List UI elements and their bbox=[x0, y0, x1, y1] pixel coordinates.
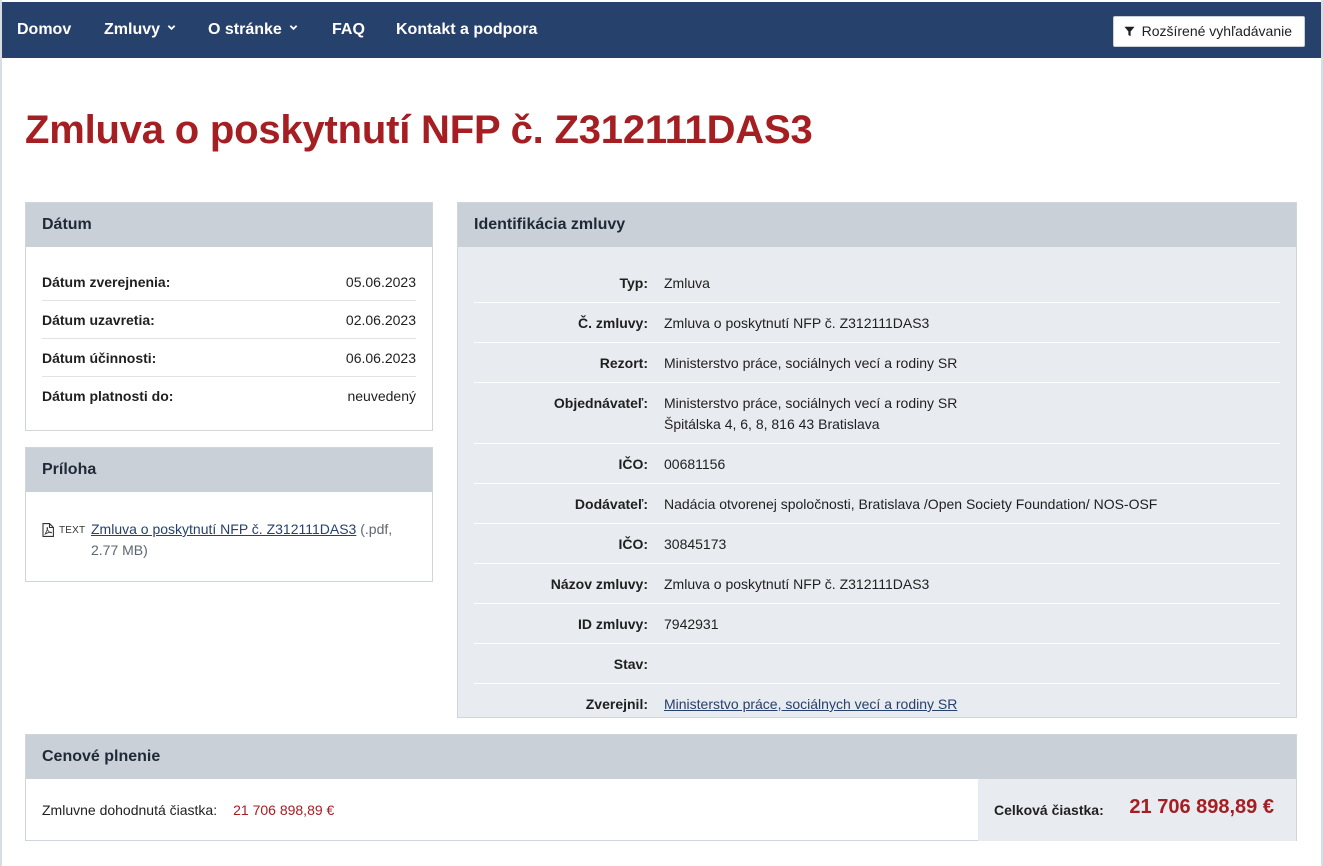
ident-value: 30845173 bbox=[664, 536, 727, 552]
ident-value-line: Ministerstvo práce, sociálnych vecí a ro… bbox=[664, 395, 958, 411]
panel-heading: Dátum bbox=[26, 203, 432, 247]
ident-value: Zmluva o poskytnutí NFP č. Z312111DAS3 bbox=[664, 315, 930, 331]
ident-value-address: Špitálska 4, 6, 8, 816 43 Bratislava bbox=[664, 416, 880, 432]
ident-value bbox=[664, 654, 1280, 675]
datum-row: Dátum účinnosti: 06.06.2023 bbox=[42, 339, 416, 377]
ident-row: Typ: Zmluva bbox=[474, 263, 1280, 303]
ident-value: 00681156 bbox=[664, 456, 726, 472]
nav-item-kontakt[interactable]: Kontakt a podpora bbox=[396, 2, 537, 58]
ident-label: IČO: bbox=[618, 456, 648, 472]
datum-label: Dátum uzavretia: bbox=[42, 311, 155, 328]
ident-list: Typ: Zmluva Č. zmluvy: Zmluva o poskytnutí… bbox=[458, 247, 1296, 723]
datum-row: Dátum uzavretia: 02.06.2023 bbox=[42, 301, 416, 339]
ident-row: Dodávateľ: Nadácia otvorenej spoločnosti,… bbox=[474, 484, 1280, 524]
cenove-plnenie-panel: Cenové plnenie Zmluvne dohodnutá čiastka… bbox=[25, 734, 1297, 841]
attachment-item: TEXT Zmluva o poskytnutí NFP č. Z312111D… bbox=[42, 519, 418, 561]
ident-value: Zmluva bbox=[664, 275, 710, 291]
filter-icon bbox=[1124, 26, 1135, 37]
ident-value: Nadácia otvorenej spoločnosti, Bratislav… bbox=[664, 496, 1158, 512]
panel-heading: Príloha bbox=[26, 448, 432, 492]
agreed-amount-label: Zmluvne dohodnutá čiastka: bbox=[42, 802, 218, 818]
nav-item-domov[interactable]: Domov bbox=[17, 2, 71, 58]
datum-list: Dátum zverejnenia: 05.06.2023 Dátum uzavr… bbox=[26, 247, 432, 415]
datum-label: Dátum zverejnenia: bbox=[42, 273, 171, 290]
panel-heading: Cenové plnenie bbox=[26, 735, 1296, 779]
attachment-link[interactable]: Zmluva o poskytnutí NFP č. Z312111DAS3 bbox=[91, 521, 356, 537]
ident-row: ID zmluvy: 7942931 bbox=[474, 604, 1280, 644]
attachment-text: Zmluva o poskytnutí NFP č. Z312111DAS3 (… bbox=[42, 519, 418, 561]
ident-label: Stav: bbox=[613, 656, 648, 672]
datum-label: Dátum účinnosti: bbox=[42, 349, 157, 366]
ident-row: Rezort: Ministerstvo práce, sociálnych ve… bbox=[474, 343, 1280, 383]
datum-row: Dátum platnosti do: neuvedený bbox=[42, 377, 416, 415]
ident-row: Názov zmluvy: Zmluva o poskytnutí NFP č. … bbox=[474, 564, 1280, 604]
ident-value: Ministerstvo práce, sociálnych vecí a ro… bbox=[664, 694, 1280, 715]
total-amount-label: Celková čiastka: bbox=[994, 802, 1104, 818]
ident-value: 7942931 bbox=[664, 616, 719, 632]
agreed-amount-line: Zmluvne dohodnutá čiastka: 21 706 898,89 … bbox=[42, 802, 334, 818]
ident-label: Dodávateľ: bbox=[574, 496, 648, 512]
panel-heading: Identifikácia zmluvy bbox=[458, 203, 1296, 247]
identifikacia-panel: Identifikácia zmluvy Typ: Zmluva Č. zmluv… bbox=[457, 202, 1297, 718]
datum-row: Dátum zverejnenia: 05.06.2023 bbox=[42, 263, 416, 301]
nav-item-o-stranke[interactable]: O stránke bbox=[208, 2, 298, 58]
datum-value: 05.06.2023 bbox=[345, 273, 416, 290]
ident-label: Názov zmluvy: bbox=[550, 576, 648, 592]
ident-row: IČO: 30845173 bbox=[474, 524, 1280, 564]
chevron-down-icon bbox=[289, 25, 298, 31]
ident-label: Objednávateľ: bbox=[553, 395, 648, 411]
publisher-link[interactable]: Ministerstvo práce, sociálnych vecí a ro… bbox=[664, 696, 957, 712]
agreed-amount-value: 21 706 898,89 € bbox=[233, 802, 335, 818]
ident-label: Typ: bbox=[619, 275, 648, 291]
ident-row: Č. zmluvy: Zmluva o poskytnutí NFP č. Z31… bbox=[474, 303, 1280, 343]
ident-row: IČO: 00681156 bbox=[474, 444, 1280, 484]
ident-value: Ministerstvo práce, sociálnych vecí a ro… bbox=[664, 355, 958, 371]
nav-label: O stránke bbox=[208, 21, 282, 38]
advanced-search-button[interactable]: Rozšírené vyhľadávanie bbox=[1112, 16, 1305, 47]
priloha-panel: Príloha TEXT Zmluva o poskytnutí NFP č. … bbox=[25, 447, 433, 582]
datum-value: 06.06.2023 bbox=[345, 349, 416, 366]
ident-row: Stav: bbox=[474, 644, 1280, 684]
nav-item-zmluvy[interactable]: Zmluvy bbox=[104, 2, 176, 58]
ident-label: Zverejnil: bbox=[585, 696, 648, 712]
pdf-file-icon bbox=[42, 523, 54, 537]
page-title: Zmluva o poskytnutí NFP č. Z312111DAS3 bbox=[25, 108, 813, 152]
top-navbar: Domov Zmluvy O stránke FAQ Kontakt a pod… bbox=[2, 2, 1321, 58]
total-amount-box: Celková čiastka: 21 706 898,89 € bbox=[978, 779, 1296, 841]
ident-row: Objednávateľ: Ministerstvo práce, sociáln… bbox=[474, 383, 1280, 444]
nav-label: Kontakt a podpora bbox=[396, 21, 538, 38]
datum-value: neuvedený bbox=[347, 388, 416, 404]
ident-label: ID zmluvy: bbox=[577, 616, 648, 632]
nav-label: Domov bbox=[17, 21, 72, 38]
total-amount-value: 21 706 898,89 € bbox=[1129, 796, 1274, 818]
ident-label: IČO: bbox=[618, 536, 648, 552]
chevron-down-icon bbox=[167, 25, 176, 31]
nav-label: FAQ bbox=[332, 21, 365, 38]
nav-item-faq[interactable]: FAQ bbox=[332, 2, 365, 58]
attachment-type-tag: TEXT bbox=[59, 525, 86, 536]
datum-label: Dátum platnosti do: bbox=[42, 388, 174, 404]
datum-value: 02.06.2023 bbox=[345, 311, 416, 328]
ident-label: Č. zmluvy: bbox=[577, 315, 648, 331]
advanced-search-label: Rozšírené vyhľadávanie bbox=[1141, 23, 1292, 39]
ident-row: Zverejnil: Ministerstvo práce, sociálnych… bbox=[474, 684, 1280, 723]
datum-panel: Dátum Dátum zverejnenia: 05.06.2023 Dátum… bbox=[25, 202, 433, 431]
nav-label: Zmluvy bbox=[104, 21, 161, 38]
ident-value: Ministerstvo práce, sociálnych vecí a ro… bbox=[664, 393, 1280, 435]
ident-label: Rezort: bbox=[599, 355, 648, 371]
ident-value: Zmluva o poskytnutí NFP č. Z312111DAS3 bbox=[664, 576, 930, 592]
